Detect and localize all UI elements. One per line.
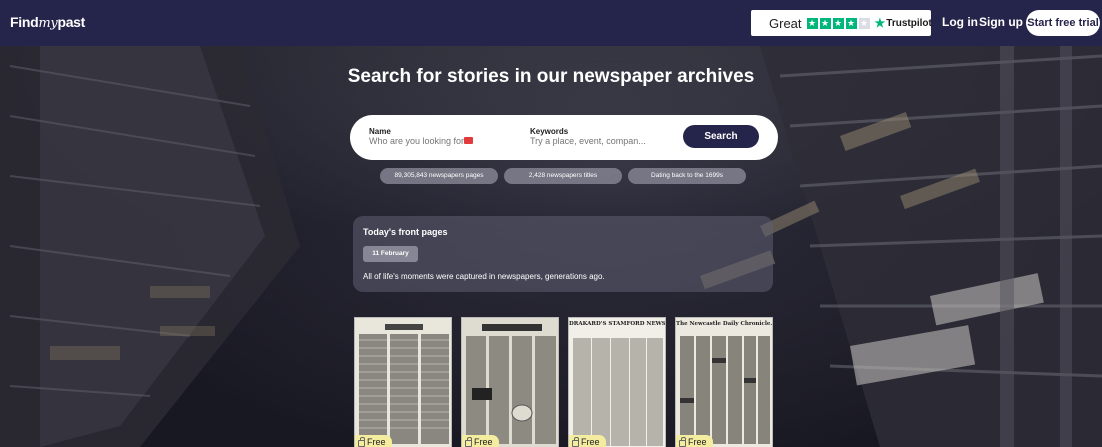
trustpilot-star-icon: ★	[874, 16, 886, 30]
stat-pages: 89,305,843 newspapers pages	[380, 168, 498, 184]
logo-text-my: my	[38, 16, 58, 31]
star-icon: ★	[819, 17, 831, 29]
stat-dating: Dating back to the 1699s	[628, 168, 746, 184]
name-input[interactable]	[369, 136, 479, 146]
lock-icon	[572, 436, 579, 447]
front-pages-title: Today's front pages	[363, 227, 448, 237]
star-empty-icon: ★	[858, 17, 870, 29]
newspaper-masthead: The Newcastle Daily Chronicle.	[676, 321, 773, 327]
free-badge-label: Free	[367, 437, 386, 447]
free-badge: Free	[676, 435, 713, 447]
star-icon: ★	[806, 17, 818, 29]
signup-link[interactable]: Sign up	[979, 15, 1023, 29]
stat-titles: 2,428 newspapers titles	[504, 168, 622, 184]
star-icon: ★	[845, 17, 857, 29]
free-badge: Free	[355, 435, 392, 447]
newspaper-page-thumbnail	[355, 318, 451, 447]
top-nav: Findmypast Great ★ ★ ★ ★ ★ ★ Trustpilot L…	[0, 0, 1102, 46]
trustpilot-widget[interactable]: Great ★ ★ ★ ★ ★ ★ Trustpilot	[751, 10, 932, 36]
lock-icon	[358, 436, 365, 447]
logo-text-find: Find	[10, 14, 39, 30]
front-pages-description: All of life's moments were captured in n…	[363, 272, 605, 281]
newspaper-page-thumbnail	[676, 318, 772, 447]
start-free-trial-button[interactable]: Start free trial	[1026, 10, 1100, 36]
newspaper-card[interactable]: Free	[461, 317, 559, 447]
newspaper-masthead: DRAKARD'S STAMFORD NEWS.	[569, 321, 666, 327]
free-badge-label: Free	[581, 437, 600, 447]
name-field-label: Name	[369, 127, 391, 136]
free-badge: Free	[462, 435, 499, 447]
free-badge: Free	[569, 435, 606, 447]
lock-icon	[465, 436, 472, 447]
free-badge-label: Free	[688, 437, 707, 447]
keywords-input[interactable]	[530, 136, 670, 146]
findmypast-logo[interactable]: Findmypast	[10, 14, 85, 31]
hero-title: Search for stories in our newspaper arch…	[347, 66, 755, 87]
date-chip[interactable]: 11 February	[363, 246, 418, 262]
free-badge-label: Free	[474, 437, 493, 447]
newspaper-page-thumbnail	[462, 318, 558, 447]
newspaper-card[interactable]: The Newcastle Daily Chronicle. Free	[675, 317, 773, 447]
hero-section: Search for stories in our newspaper arch…	[0, 46, 1102, 447]
star-icon: ★	[832, 17, 844, 29]
front-pages-panel: Today's front pages 11 February All of l…	[353, 216, 773, 292]
trustpilot-stars: ★ ★ ★ ★ ★	[806, 17, 870, 29]
search-bar: Name Keywords Search	[350, 115, 778, 160]
search-button[interactable]: Search	[683, 125, 759, 148]
newspaper-card[interactable]: Free	[354, 317, 452, 447]
trustpilot-logo: ★ Trustpilot	[875, 16, 932, 30]
trustpilot-rating-word: Great	[769, 15, 802, 31]
keywords-field-label: Keywords	[530, 127, 569, 136]
trustpilot-brand-text: Trustpilot	[886, 17, 932, 29]
logo-text-past: past	[57, 14, 86, 30]
newspaper-page-thumbnail	[569, 318, 665, 447]
newspaper-card[interactable]: DRAKARD'S STAMFORD NEWS. Free	[568, 317, 666, 447]
login-link[interactable]: Log in	[942, 15, 978, 29]
lock-icon	[679, 436, 686, 447]
autofill-badge-icon	[464, 137, 473, 144]
